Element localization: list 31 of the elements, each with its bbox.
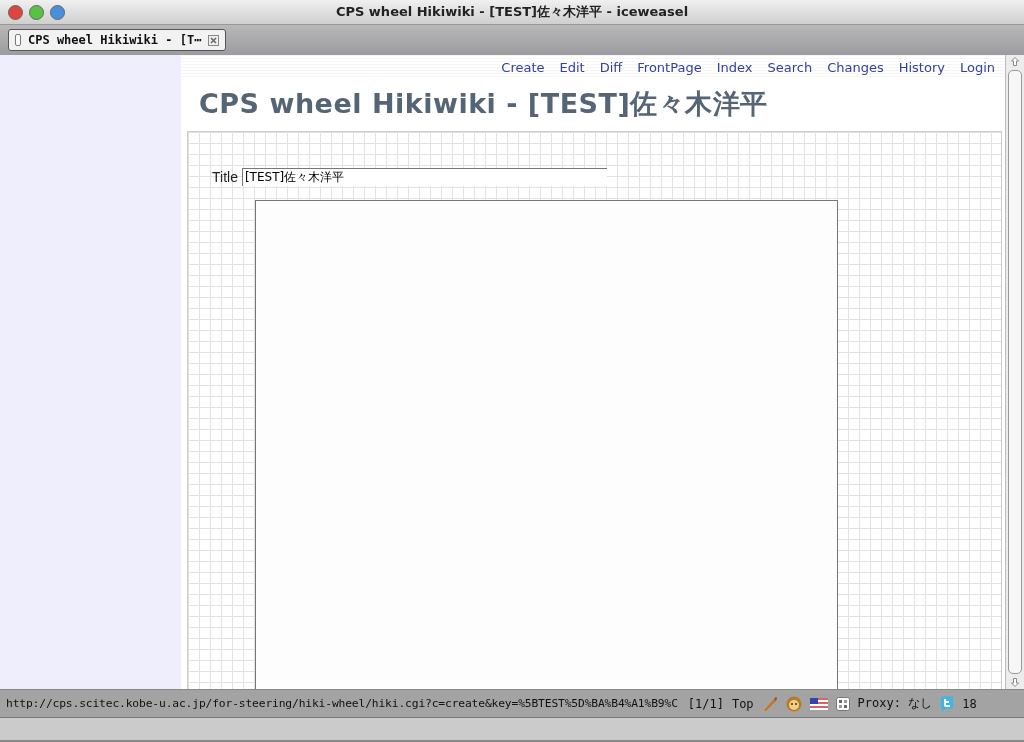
nav-link[interactable]: Login xyxy=(959,60,995,75)
grid-icon[interactable] xyxy=(835,696,850,711)
title-input[interactable]: [TEST]佐々木洋平 xyxy=(241,168,607,186)
scroll-position: Top xyxy=(731,696,754,711)
browser-tab[interactable]: CPS wheel Hikiwiki - [T⋯ xyxy=(8,29,227,51)
minimize-button[interactable] xyxy=(50,4,65,20)
nav-link[interactable]: Index xyxy=(716,60,753,75)
nav-link[interactable]: Changes xyxy=(827,60,884,75)
title-label: Title xyxy=(212,169,238,185)
close-button[interactable] xyxy=(8,4,23,20)
close-icon[interactable] xyxy=(208,34,220,46)
page-heading: CPS wheel Hikiwiki - [TEST]佐々木洋平 xyxy=(199,87,769,121)
scroll-down-icon[interactable] xyxy=(1011,678,1019,687)
scroll-up-icon[interactable] xyxy=(1011,57,1019,66)
status-url: http://cps.scitec.kobe-u.ac.jp/for-steering/hiki-wheel/hiki.cgi?c=create&key=%5BTEST%5D%BA%B4%A1%B9%C xyxy=(6,697,678,710)
tweet-count: 18 xyxy=(962,696,977,711)
nav-link[interactable]: Diff xyxy=(599,60,623,75)
window-title: CPS wheel Hikiwiki - [TEST]佐々木洋平 - iceweasel xyxy=(335,3,689,21)
scroll-thumb[interactable] xyxy=(1008,70,1022,674)
nav-link[interactable]: Edit xyxy=(559,60,585,75)
nav-link[interactable]: Search xyxy=(767,60,813,75)
nav-link[interactable]: FrontPage xyxy=(637,60,702,75)
page-count: [1/1] xyxy=(687,696,724,711)
proxy-status[interactable]: Proxy: なし xyxy=(857,695,933,712)
zoom-button[interactable] xyxy=(29,4,44,20)
page-icon xyxy=(15,34,21,46)
speech-bubble-icon[interactable] xyxy=(940,695,955,712)
nav-link[interactable]: History xyxy=(898,60,945,75)
flag-icon[interactable] xyxy=(809,697,828,710)
face-icon[interactable] xyxy=(785,695,802,712)
nav-link[interactable]: Create xyxy=(501,60,545,75)
